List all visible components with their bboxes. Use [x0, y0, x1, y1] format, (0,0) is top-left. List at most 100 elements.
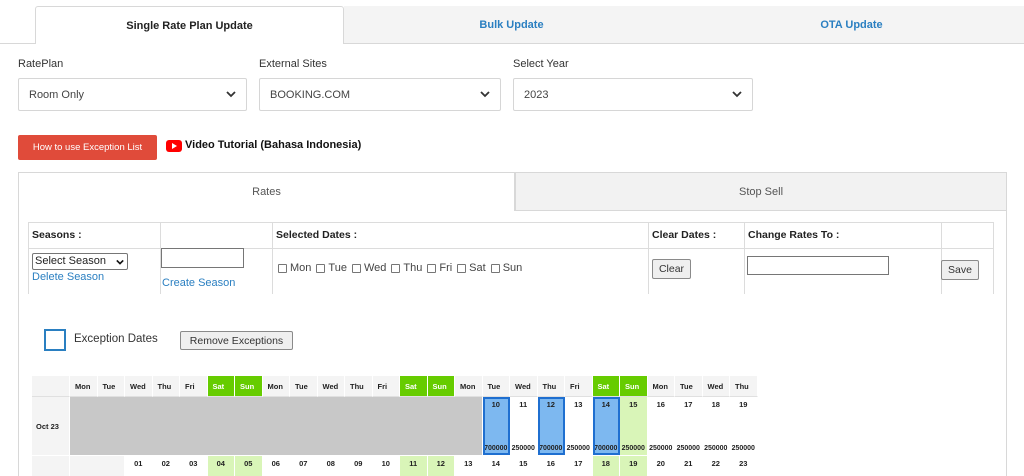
calendar-corner: [32, 376, 70, 397]
calendar-weekday-header-cell: Sun: [427, 376, 455, 397]
checkbox-sat[interactable]: Sat: [457, 262, 486, 274]
calendar-empty-cells: [70, 456, 125, 476]
tab-stop-sell[interactable]: Stop Sell: [515, 172, 1007, 211]
delete-season-link[interactable]: Delete Season: [32, 271, 104, 283]
calendar-day-number: 18: [711, 400, 720, 409]
tab-single-rate-plan-update[interactable]: Single Rate Plan Update: [35, 6, 344, 44]
youtube-icon[interactable]: [166, 140, 182, 152]
calendar-month-label: [32, 456, 70, 476]
calendar-day-rate: 250000: [731, 445, 755, 452]
exception-dates-checkbox[interactable]: [44, 329, 66, 351]
calendar-day-cell[interactable]: 19: [620, 456, 648, 476]
calendar-day-cell[interactable]: 11: [400, 456, 428, 476]
calendar-weekday-header-cell: Mon: [647, 376, 675, 397]
calendar-day-cell[interactable]: 23: [730, 456, 758, 476]
calendar-day-cell[interactable]: 20: [647, 456, 675, 476]
tab-rates[interactable]: Rates: [18, 172, 515, 211]
calendar-day-cell[interactable]: 16 250000: [647, 397, 675, 455]
calendar-day-cell[interactable]: 05: [235, 456, 263, 476]
calendar-day-cell[interactable]: 03: [180, 456, 208, 476]
calendar-day-cell[interactable]: 18: [592, 456, 620, 476]
calendar-day-cell[interactable]: 02: [152, 456, 180, 476]
calendar-weekday-header-cell: Wed: [317, 376, 345, 397]
tab-ota-update[interactable]: OTA Update: [679, 6, 1024, 44]
how-to-use-exception-list-button[interactable]: How to use Exception List: [18, 135, 157, 160]
external-sites-value: BOOKING.COM: [270, 88, 351, 101]
calendar-day-cell[interactable]: 12 700000: [537, 397, 565, 455]
change-rates-input[interactable]: [747, 256, 889, 275]
calendar-weekday-header-cell: Tue: [290, 376, 318, 397]
calendar-month-row: Oct 23 10 700000 11 250000 12 700000 13 250000 14…: [32, 397, 758, 455]
calendar-day-cell[interactable]: 04: [207, 456, 235, 476]
calendar-day-cell[interactable]: 07: [290, 456, 318, 476]
calendar-day-cell[interactable]: 17 250000: [675, 397, 703, 455]
chevron-down-icon: [226, 91, 236, 98]
calendar-day-cell[interactable]: 14 700000: [592, 397, 620, 455]
chevron-down-icon: [732, 91, 742, 98]
calendar-weekday-header-cell: Tue: [97, 376, 125, 397]
calendar-day-rate: 250000: [704, 445, 728, 452]
calendar-day-rate: 250000: [649, 445, 673, 452]
selected-dates-header: Selected Dates :: [276, 229, 358, 241]
calendar-day-cell[interactable]: 17: [565, 456, 593, 476]
calendar-day-cell[interactable]: 21: [675, 456, 703, 476]
calendar-day-cell[interactable]: 19 250000: [730, 397, 758, 455]
calendar-day-cell[interactable]: 16: [537, 456, 565, 476]
calendar-weekday-header-cell: Wed: [125, 376, 153, 397]
calendar-day-cell[interactable]: 13: [455, 456, 483, 476]
calendar-weekday-header-cell: Sun: [620, 376, 648, 397]
checkbox-tue[interactable]: Tue: [316, 262, 347, 274]
calendar-day-cell[interactable]: 13 250000: [565, 397, 593, 455]
external-sites-select[interactable]: BOOKING.COM: [259, 78, 501, 111]
calendar-day-number: 13: [574, 400, 583, 409]
clear-button[interactable]: Clear: [652, 259, 691, 279]
season-select[interactable]: Select Season: [32, 253, 128, 270]
calendar-weekday-header-cell: Mon: [70, 376, 98, 397]
calendar-day-rate: 700000: [484, 445, 508, 452]
calendar-day-cell[interactable]: 18 250000: [702, 397, 730, 455]
calendar-day-number: 14: [601, 400, 610, 409]
create-season-link[interactable]: Create Season: [162, 277, 235, 289]
rateplan-select[interactable]: Room Only: [18, 78, 247, 111]
season-select-value: Select Season: [35, 255, 106, 267]
checkbox-mon[interactable]: Mon: [278, 262, 311, 274]
calendar-day-cell[interactable]: 10: [372, 456, 400, 476]
video-tutorial-link[interactable]: Video Tutorial (Bahasa Indonesia): [185, 139, 361, 151]
checkbox-sun[interactable]: Sun: [490, 262, 522, 274]
calendar-day-number: 19: [739, 400, 748, 409]
calendar-weekday-header-cell: Tue: [482, 376, 510, 397]
calendar-day-number: 11: [519, 400, 528, 409]
calendar-day-cell[interactable]: 06: [262, 456, 290, 476]
calendar-weekday-header-cell: Sat: [400, 376, 428, 397]
external-sites-label: External Sites: [259, 58, 327, 70]
calendar-day-cell[interactable]: 22: [702, 456, 730, 476]
chevron-down-icon: [480, 91, 490, 98]
select-year-select[interactable]: 2023: [513, 78, 753, 111]
calendar-weekday-header-cell: Fri: [180, 376, 208, 397]
calendar-day-rate: 700000: [594, 445, 618, 452]
calendar-weekday-header-cell: Sat: [592, 376, 620, 397]
season-name-input[interactable]: [161, 248, 244, 268]
calendar-day-cell[interactable]: 11 250000: [510, 397, 538, 455]
checkbox-thu[interactable]: Thu: [391, 262, 422, 274]
remove-exceptions-button[interactable]: Remove Exceptions: [180, 331, 293, 350]
calendar-day-cell[interactable]: 09: [345, 456, 373, 476]
calendar-next-month-row: 01 02 03 04 05 06 07 08 09 10 11 12 13 14 15 16 17 18 19 20…: [32, 456, 758, 476]
select-year-label: Select Year: [513, 58, 569, 70]
calendar-day-cell[interactable]: 10 700000: [482, 397, 510, 455]
calendar-day-number: 12: [546, 400, 555, 409]
calendar-day-cell[interactable]: 15 250000: [620, 397, 648, 455]
calendar-disabled-range: [70, 397, 483, 455]
calendar-weekday-header-cell: Wed: [510, 376, 538, 397]
calendar-day-cell[interactable]: 01: [125, 456, 153, 476]
tab-bulk-update[interactable]: Bulk Update: [344, 6, 679, 44]
checkbox-wed[interactable]: Wed: [351, 262, 386, 274]
save-button[interactable]: Save: [941, 260, 979, 280]
calendar-weekday-header-cell: Sun: [235, 376, 263, 397]
calendar-day-cell[interactable]: 15: [510, 456, 538, 476]
calendar-day-cell[interactable]: 08: [317, 456, 345, 476]
calendar-day-cell[interactable]: 14: [482, 456, 510, 476]
calendar-day-rate: 250000: [621, 445, 645, 452]
checkbox-fri[interactable]: Fri: [427, 262, 452, 274]
calendar-day-cell[interactable]: 12: [427, 456, 455, 476]
